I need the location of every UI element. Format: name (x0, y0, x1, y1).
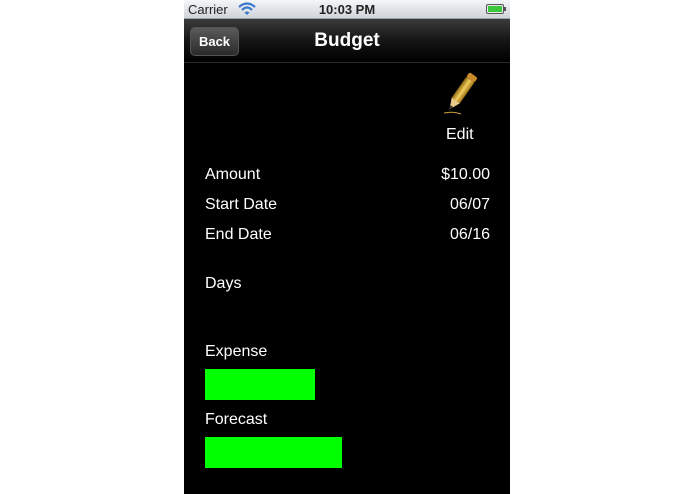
expense-bar (205, 369, 315, 400)
status-time: 10:03 PM (318, 2, 376, 17)
start-date-value: 06/07 (449, 196, 490, 213)
edit-label[interactable]: Edit (446, 126, 474, 144)
battery-icon (486, 4, 506, 14)
status-bar: Carrier 10:03 PM (184, 0, 510, 19)
days-label: Days (205, 275, 242, 292)
amount-value: $10.00 (441, 166, 490, 183)
forecast-label: Forecast (205, 411, 268, 428)
end-date-value: 06/16 (449, 226, 490, 243)
end-date-label: End Date (205, 226, 272, 243)
start-date-label: Start Date (205, 196, 278, 213)
pencil-icon[interactable] (441, 70, 481, 116)
page-title: Budget (314, 30, 380, 51)
navigation-bar: Back Budget (184, 19, 510, 63)
amount-label: Amount (205, 166, 261, 183)
phone-screen: Carrier 10:03 PM Back Budget Edit Amount… (184, 0, 510, 494)
expense-label: Expense (205, 343, 268, 360)
forecast-bar (205, 437, 342, 468)
